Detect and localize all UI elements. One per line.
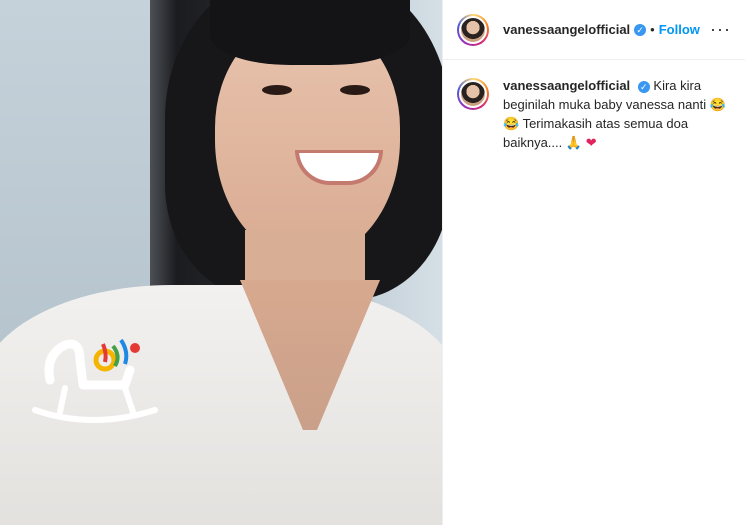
caption-avatar[interactable] (457, 78, 489, 110)
avatar-image (459, 15, 487, 44)
post-header: vanessaangelofficial ✓ • Follow ··· (443, 0, 745, 60)
header-username[interactable]: vanessaangelofficial (503, 22, 630, 37)
separator-dot: • (650, 22, 655, 37)
tears-of-joy-emoji-icon: 😂 (503, 116, 520, 131)
post-sidebar: vanessaangelofficial ✓ • Follow ··· vane… (442, 0, 745, 525)
left-eye (262, 85, 292, 95)
caption-username[interactable]: vanessaangelofficial (503, 78, 630, 93)
instagram-post: vanessaangelofficial ✓ • Follow ··· vane… (0, 0, 745, 525)
heart-emoji-icon: ❤ (585, 135, 597, 150)
avatar[interactable] (457, 13, 489, 46)
rocking-horse-sticker-icon (32, 338, 158, 423)
verified-badge-icon: ✓ (634, 23, 647, 36)
tears-of-joy-emoji-icon: 😂 (709, 97, 726, 112)
bangs-shape (210, 0, 410, 65)
caption-text: vanessaangelofficial ✓ Kira kira beginil… (503, 76, 731, 152)
right-eye (340, 85, 370, 95)
post-video[interactable] (0, 0, 442, 525)
praying-hands-emoji-icon: 🙏 (565, 135, 583, 150)
verified-badge-icon: ✓ (637, 80, 650, 93)
follow-button[interactable]: Follow (659, 22, 700, 37)
post-caption: vanessaangelofficial ✓ Kira kira beginil… (443, 60, 745, 168)
more-options-icon[interactable]: ··· (710, 19, 731, 40)
caption-avatar-image (459, 80, 487, 108)
